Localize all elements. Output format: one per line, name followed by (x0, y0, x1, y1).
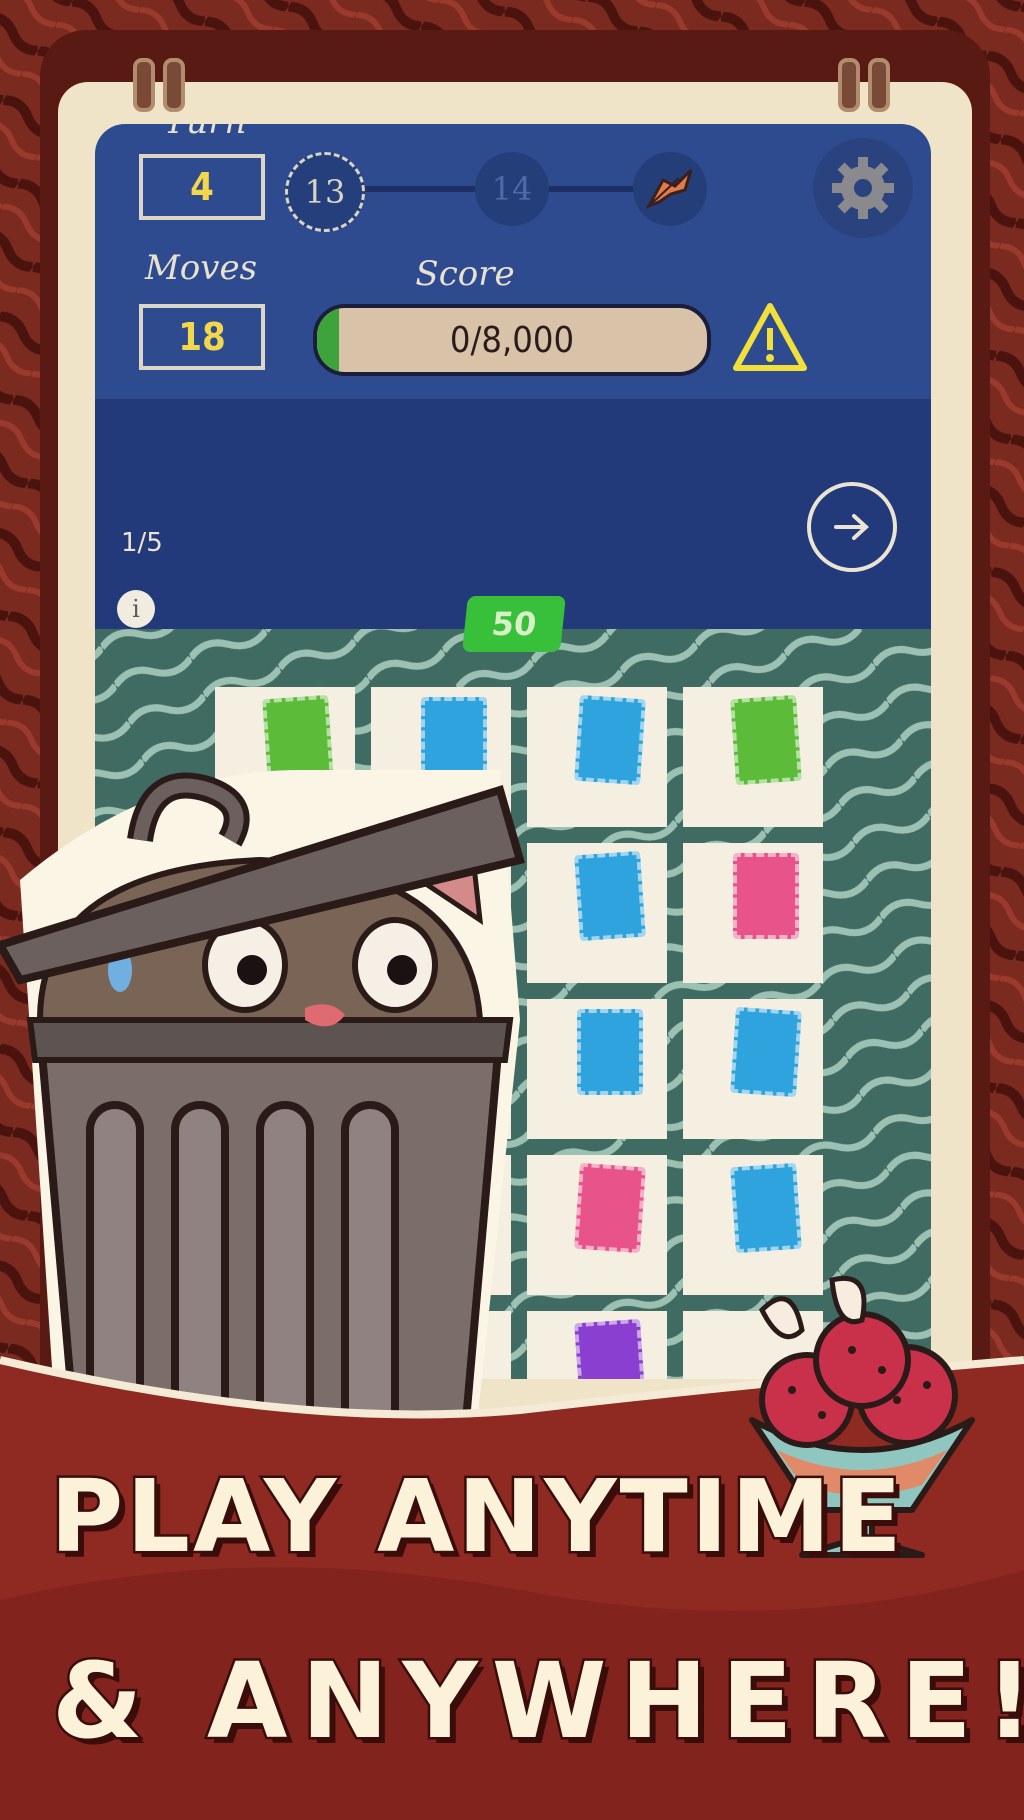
score-bar: 0/8,000 (313, 304, 711, 376)
binder-ring (163, 58, 185, 112)
moves-label: Moves (144, 248, 258, 288)
info-button[interactable]: i (117, 590, 155, 628)
stamp-card-green[interactable] (730, 694, 802, 786)
stamp-card-blue[interactable] (730, 1162, 802, 1254)
score-text: 0/8,000 (449, 319, 575, 361)
stamp-card-blue[interactable] (577, 1009, 643, 1095)
binder-ring (868, 58, 890, 112)
banner-line-2: & ANYWHERE! (49, 1638, 1024, 1765)
stamp-card-blue[interactable] (574, 850, 646, 942)
board-tile[interactable] (683, 687, 823, 827)
page-indicator: 1/5 (121, 528, 163, 558)
turn-label: Turn (145, 124, 265, 142)
binder-ring (838, 58, 860, 112)
banner-line-1: PLAY ANYTIME (48, 1456, 905, 1578)
moves-counter: 18 (139, 304, 265, 370)
warning-triangle-icon[interactable] (730, 300, 810, 378)
board-tile[interactable] (683, 843, 823, 983)
board-tile[interactable] (683, 999, 823, 1139)
turn-counter: 4 (139, 154, 265, 220)
stamp-card-pink[interactable] (574, 1162, 646, 1254)
arrow-right-circle-icon[interactable] (807, 482, 897, 572)
stamp-card-blue[interactable] (574, 694, 646, 786)
stamp-card-pink[interactable] (733, 853, 799, 939)
points-badge: 50 (462, 596, 566, 652)
leaf-icon[interactable] (633, 152, 707, 226)
binder-ring (133, 58, 155, 112)
level-node-current[interactable]: 13 (285, 152, 365, 232)
level-node-next[interactable]: 14 (475, 152, 549, 226)
score-label: Score (415, 254, 515, 294)
gear-icon[interactable] (813, 138, 913, 238)
stamp-card-blue[interactable] (730, 1006, 802, 1098)
